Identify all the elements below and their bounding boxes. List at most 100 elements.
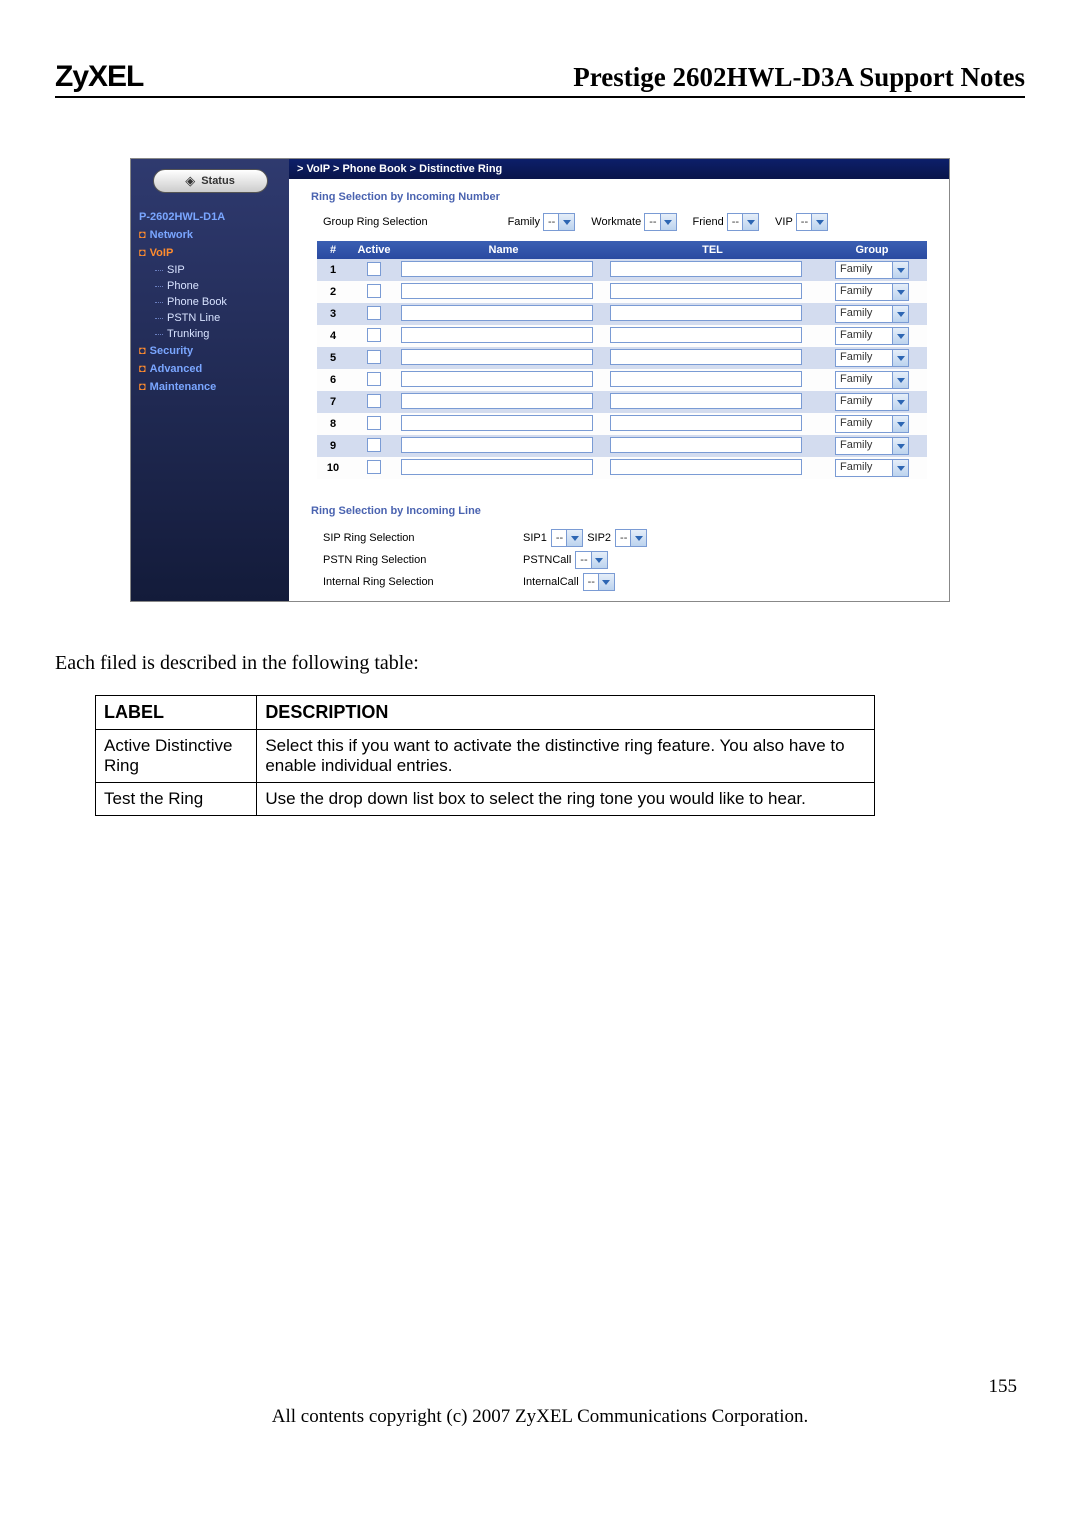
group-select[interactable]: Family xyxy=(835,283,909,301)
name-input[interactable] xyxy=(401,437,593,453)
name-input[interactable] xyxy=(401,305,593,321)
tel-input[interactable] xyxy=(610,349,802,365)
active-checkbox[interactable] xyxy=(367,350,381,364)
bullet-icon: ◘ xyxy=(139,247,146,259)
active-checkbox[interactable] xyxy=(367,438,381,452)
sidebar-item[interactable]: ◘Network xyxy=(131,226,289,244)
table-row: 1 Family xyxy=(317,259,927,281)
col-name: Name xyxy=(399,241,608,259)
name-input[interactable] xyxy=(401,283,593,299)
row-num: 7 xyxy=(317,396,349,408)
name-input[interactable] xyxy=(401,415,593,431)
name-input[interactable] xyxy=(401,459,593,475)
sidebar-subitem[interactable]: Trunking xyxy=(131,326,289,342)
name-input[interactable] xyxy=(401,261,593,277)
line-selects: SIP1-- SIP2-- xyxy=(523,529,743,547)
sidebar-item[interactable]: ◘Security xyxy=(131,342,289,360)
sidebar-subitem[interactable]: Phone xyxy=(131,278,289,294)
line-dropdown[interactable]: -- xyxy=(551,529,583,547)
row-num: 6 xyxy=(317,374,349,386)
chevron-down-icon xyxy=(892,306,908,322)
active-checkbox[interactable] xyxy=(367,306,381,320)
chevron-down-icon xyxy=(892,438,908,454)
sidebar-item[interactable]: ◘Maintenance xyxy=(131,378,289,396)
line-name: InternalCall xyxy=(523,576,579,588)
description-table: LABEL DESCRIPTION Active Distinctive Rin… xyxy=(95,695,875,816)
tel-input[interactable] xyxy=(610,305,802,321)
group-ring-label: Group Ring Selection xyxy=(323,216,428,228)
group-select[interactable]: Family xyxy=(835,327,909,345)
row-num: 1 xyxy=(317,264,349,276)
group-select[interactable]: Family xyxy=(835,393,909,411)
group-name: Friend xyxy=(693,216,724,228)
desc-row: Test the RingUse the drop down list box … xyxy=(96,783,875,816)
group-dropdown[interactable]: -- xyxy=(543,213,575,231)
tel-input[interactable] xyxy=(610,371,802,387)
tel-input[interactable] xyxy=(610,327,802,343)
name-input[interactable] xyxy=(401,371,593,387)
table-row: 6 Family xyxy=(317,369,927,391)
chevron-down-icon xyxy=(892,460,908,476)
active-checkbox[interactable] xyxy=(367,394,381,408)
desc-label: Test the Ring xyxy=(96,783,257,816)
active-checkbox[interactable] xyxy=(367,372,381,386)
active-checkbox[interactable] xyxy=(367,262,381,276)
sidebar: ◈ Status P-2602HWL-D1A ◘Network◘VoIPSIPP… xyxy=(131,159,289,601)
group-select[interactable]: Family xyxy=(835,349,909,367)
line-selects: InternalCall -- xyxy=(523,573,743,591)
sidebar-subitem[interactable]: PSTN Line xyxy=(131,310,289,326)
group-select[interactable]: Family xyxy=(835,459,909,477)
chevron-down-icon xyxy=(660,214,676,230)
tel-input[interactable] xyxy=(610,415,802,431)
group-pair: Friend-- xyxy=(693,213,760,231)
name-input[interactable] xyxy=(401,327,593,343)
tel-input[interactable] xyxy=(610,261,802,277)
group-name: Family xyxy=(508,216,540,228)
line-dropdown[interactable]: -- xyxy=(583,573,615,591)
sidebar-subitem[interactable]: SIP xyxy=(131,262,289,278)
table-row: 5Family xyxy=(317,347,927,369)
col-tel: TEL xyxy=(608,241,817,259)
active-checkbox[interactable] xyxy=(367,328,381,342)
page-header: ZyXEL Prestige 2602HWL-D3A Support Notes xyxy=(55,60,1025,98)
bullet-icon: ◘ xyxy=(139,345,146,357)
bullet-icon: ◘ xyxy=(139,229,146,241)
desc-row: Active Distinctive RingSelect this if yo… xyxy=(96,730,875,783)
name-input[interactable] xyxy=(401,393,593,409)
line-label: SIP Ring Selection xyxy=(323,532,523,544)
sidebar-item[interactable]: ◘VoIP xyxy=(131,244,289,262)
group-dropdown[interactable]: -- xyxy=(727,213,759,231)
name-input[interactable] xyxy=(401,349,593,365)
active-checkbox[interactable] xyxy=(367,460,381,474)
group-dropdown[interactable]: -- xyxy=(644,213,676,231)
line-dropdown[interactable]: -- xyxy=(615,529,647,547)
active-checkbox[interactable] xyxy=(367,284,381,298)
sidebar-item[interactable]: ◘Advanced xyxy=(131,360,289,378)
tel-input[interactable] xyxy=(610,459,802,475)
chevron-down-icon xyxy=(892,372,908,388)
active-checkbox[interactable] xyxy=(367,416,381,430)
group-name: VIP xyxy=(775,216,793,228)
sidebar-subitem[interactable]: Phone Book xyxy=(131,294,289,310)
group-select[interactable]: Family xyxy=(835,437,909,455)
line-selects: PSTNCall-- xyxy=(523,551,743,569)
chevron-down-icon xyxy=(892,350,908,366)
table-row: 9Family xyxy=(317,435,927,457)
desc-text: Use the drop down list box to select the… xyxy=(257,783,875,816)
group-select[interactable]: Family xyxy=(835,415,909,433)
group-select[interactable]: Family xyxy=(835,261,909,279)
chevron-down-icon xyxy=(811,214,827,230)
group-ring-selection: Group Ring Selection Family--Workmate--F… xyxy=(289,209,949,241)
chevron-down-icon xyxy=(892,394,908,410)
line-dropdown[interactable]: -- xyxy=(575,551,607,569)
group-select[interactable]: Family xyxy=(835,305,909,323)
tel-input[interactable] xyxy=(610,283,802,299)
tel-input[interactable] xyxy=(610,437,802,453)
group-dropdown[interactable]: -- xyxy=(796,213,828,231)
group-select[interactable]: Family xyxy=(835,371,909,389)
page-number: 155 xyxy=(55,1376,1025,1398)
status-pill[interactable]: ◈ Status xyxy=(153,169,268,193)
tel-input[interactable] xyxy=(610,393,802,409)
breadcrumb: > VoIP > Phone Book > Distinctive Ring xyxy=(289,159,949,179)
desc-label: Active Distinctive Ring xyxy=(96,730,257,783)
